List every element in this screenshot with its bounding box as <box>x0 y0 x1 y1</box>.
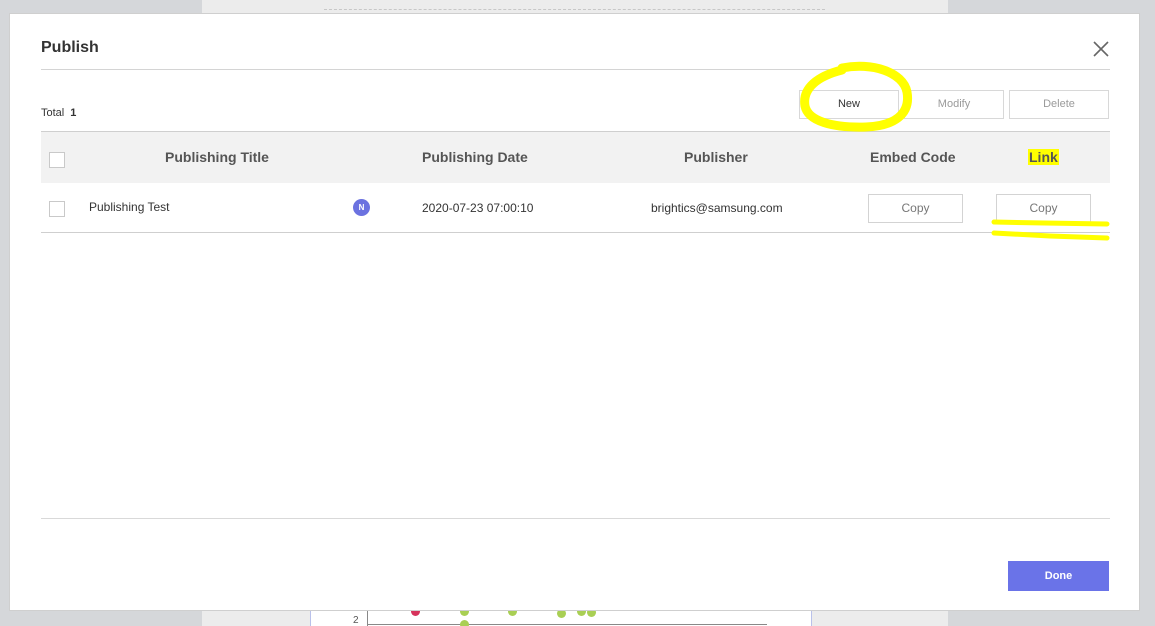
embed-copy-button[interactable]: Copy <box>868 194 963 223</box>
background-chart: 2 <box>310 611 812 626</box>
row-publisher: brightics@samsung.com <box>651 201 783 215</box>
link-copy-button[interactable]: Copy <box>996 194 1091 223</box>
footer-divider <box>41 518 1110 519</box>
total-value: 1 <box>70 107 77 119</box>
modify-button[interactable]: Modify <box>904 90 1004 119</box>
link-header-highlight: Link <box>1028 149 1059 165</box>
table-row[interactable]: Publishing Test N 2020-07-23 07:00:10 br… <box>41 183 1110 233</box>
chart-point <box>577 611 586 616</box>
total-label: Total <box>41 107 65 119</box>
done-button[interactable]: Done <box>1008 561 1109 591</box>
total-count: Total 1 <box>41 107 76 119</box>
select-all-checkbox[interactable] <box>49 152 65 168</box>
publish-dialog: Publish Total 1 New Modify Delete Publish… <box>9 13 1140 611</box>
column-header-embed-code: Embed Code <box>870 149 956 165</box>
chart-x-axis <box>367 624 767 625</box>
new-badge: N <box>353 199 370 216</box>
chart-point <box>587 611 596 617</box>
row-title: Publishing Test <box>89 200 170 214</box>
column-header-publisher: Publisher <box>684 149 748 165</box>
delete-button[interactable]: Delete <box>1009 90 1109 119</box>
chart-point <box>411 611 420 616</box>
chart-point <box>557 611 566 618</box>
table-header: Publishing Title Publishing Date Publish… <box>41 131 1110 183</box>
column-header-date: Publishing Date <box>422 149 528 165</box>
row-checkbox[interactable] <box>49 201 65 217</box>
close-button[interactable] <box>1092 40 1110 58</box>
chart-point <box>460 620 469 626</box>
column-header-link: Link <box>1028 149 1059 165</box>
column-header-title: Publishing Title <box>165 149 269 165</box>
background-dashed-line <box>324 9 825 10</box>
row-date: 2020-07-23 07:00:10 <box>422 201 534 215</box>
new-button[interactable]: New <box>799 90 899 119</box>
title-divider <box>41 69 1110 70</box>
chart-point <box>508 611 517 616</box>
dialog-title: Publish <box>41 39 99 56</box>
chart-point <box>460 611 469 616</box>
chart-tick-label: 2 <box>353 615 359 626</box>
close-icon <box>1093 41 1109 57</box>
